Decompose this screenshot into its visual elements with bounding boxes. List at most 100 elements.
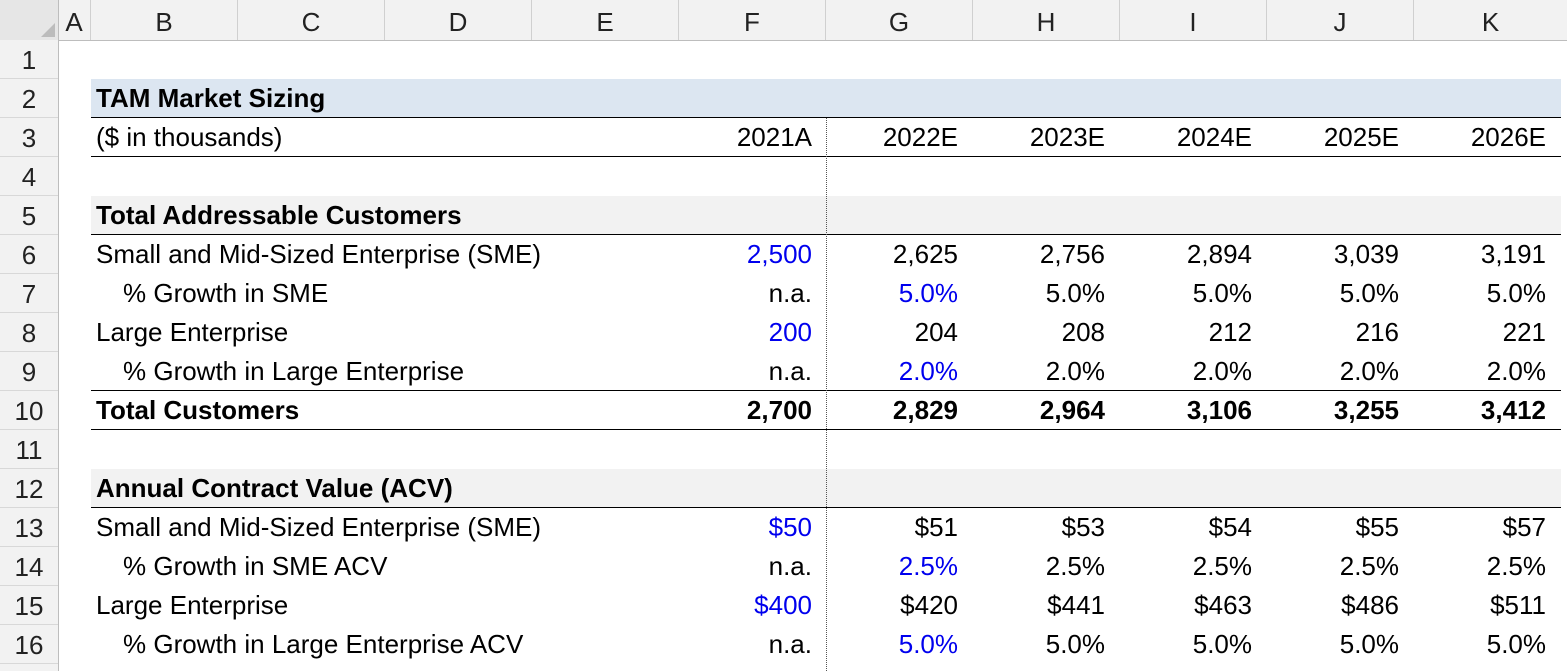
value-cell[interactable]: $51 (840, 508, 958, 547)
row-label[interactable]: Small and Mid-Sized Enterprise (SME) (96, 508, 541, 547)
row-acv-section: Annual Contract Value (ACV) (0, 469, 1567, 508)
value-cell[interactable]: 2,625 (840, 235, 958, 274)
value-cell[interactable]: $511 (1428, 586, 1546, 625)
value-cell[interactable]: 3,191 (1428, 235, 1546, 274)
value-cell[interactable]: 5.0% (1134, 274, 1252, 313)
value-cell[interactable]: 204 (840, 313, 958, 352)
column-header-k[interactable]: K (1414, 0, 1567, 40)
row-sme-acv-growth: % Growth in SME ACV n.a. 2.5% 2.5% 2.5% … (0, 547, 1567, 586)
value-cell[interactable]: 5.0% (987, 274, 1105, 313)
column-header-d[interactable]: D (385, 0, 532, 40)
value-cell[interactable]: 5.0% (1281, 625, 1399, 664)
value-cell[interactable]: n.a. (700, 625, 812, 664)
row-sme-acv: Small and Mid-Sized Enterprise (SME) $50… (0, 508, 1567, 547)
value-cell[interactable]: 2.0% (1428, 352, 1546, 391)
row-large-customers: Large Enterprise 200 204 208 212 216 221 (0, 313, 1567, 352)
input-cell[interactable]: 200 (700, 313, 812, 352)
total-cell[interactable]: 3,106 (1134, 391, 1252, 430)
value-cell[interactable]: $53 (987, 508, 1105, 547)
value-cell[interactable]: n.a. (700, 352, 812, 391)
input-cell[interactable]: 2.5% (840, 547, 958, 586)
value-cell[interactable]: 2.0% (1134, 352, 1252, 391)
row-title: TAM Market Sizing (0, 79, 1567, 118)
total-cell[interactable]: 3,412 (1428, 391, 1546, 430)
column-header-g[interactable]: G (826, 0, 973, 40)
row-header-4[interactable]: 4 (0, 157, 58, 196)
value-cell[interactable]: $441 (987, 586, 1105, 625)
input-cell[interactable]: $50 (700, 508, 812, 547)
row-label[interactable]: % Growth in Large Enterprise (123, 352, 464, 391)
value-cell[interactable]: 3,039 (1281, 235, 1399, 274)
total-cell[interactable]: 3,255 (1281, 391, 1399, 430)
row-label[interactable]: Large Enterprise (96, 586, 288, 625)
total-cell[interactable]: 2,829 (840, 391, 958, 430)
value-cell[interactable]: 5.0% (1428, 625, 1546, 664)
row-large-growth: % Growth in Large Enterprise n.a. 2.0% 2… (0, 352, 1567, 391)
year-cell[interactable]: 2022E (840, 118, 958, 157)
row-label[interactable]: Small and Mid-Sized Enterprise (SME) (96, 235, 541, 274)
value-cell[interactable]: $420 (840, 586, 958, 625)
value-cell[interactable]: 5.0% (987, 625, 1105, 664)
column-header-i[interactable]: I (1120, 0, 1267, 40)
column-header-a[interactable]: A (58, 0, 91, 40)
year-cell[interactable]: 2021A (700, 118, 812, 157)
value-cell[interactable]: 2,756 (987, 235, 1105, 274)
column-header-e[interactable]: E (532, 0, 679, 40)
value-cell[interactable]: 5.0% (1281, 274, 1399, 313)
row-sme-growth: % Growth in SME n.a. 5.0% 5.0% 5.0% 5.0%… (0, 274, 1567, 313)
value-cell[interactable]: 208 (987, 313, 1105, 352)
value-cell[interactable]: 5.0% (1428, 274, 1546, 313)
value-cell[interactable]: $54 (1134, 508, 1252, 547)
customers-section-title[interactable]: Total Addressable Customers (96, 196, 462, 235)
row-label[interactable]: Large Enterprise (96, 313, 288, 352)
acv-section-title[interactable]: Annual Contract Value (ACV) (96, 469, 453, 508)
value-cell[interactable]: $486 (1281, 586, 1399, 625)
input-cell[interactable]: $400 (700, 586, 812, 625)
year-cell[interactable]: 2025E (1281, 118, 1399, 157)
column-header-j[interactable]: J (1267, 0, 1414, 40)
select-all-button[interactable] (0, 0, 59, 40)
value-cell[interactable]: 2.5% (1281, 547, 1399, 586)
units-label[interactable]: ($ in thousands) (96, 118, 282, 157)
row-label[interactable]: % Growth in SME ACV (123, 547, 387, 586)
value-cell[interactable]: 221 (1428, 313, 1546, 352)
year-cell[interactable]: 2024E (1134, 118, 1252, 157)
row-label[interactable]: Total Customers (96, 391, 299, 430)
column-header-h[interactable]: H (973, 0, 1120, 40)
value-cell[interactable]: $55 (1281, 508, 1399, 547)
value-cell[interactable]: $57 (1428, 508, 1546, 547)
value-cell[interactable]: n.a. (700, 274, 812, 313)
sheet-title[interactable]: TAM Market Sizing (96, 79, 325, 118)
row-total-customers: Total Customers 2,700 2,829 2,964 3,106 … (0, 391, 1567, 430)
value-cell[interactable]: 2.5% (1134, 547, 1252, 586)
total-cell[interactable]: 2,700 (700, 391, 812, 430)
row-label[interactable]: % Growth in Large Enterprise ACV (123, 625, 523, 664)
input-cell[interactable]: 5.0% (840, 274, 958, 313)
value-cell[interactable]: 2.0% (987, 352, 1105, 391)
year-cell[interactable]: 2026E (1428, 118, 1546, 157)
input-cell[interactable]: 2.0% (840, 352, 958, 391)
value-cell[interactable]: 2.5% (987, 547, 1105, 586)
total-cell[interactable]: 2,964 (987, 391, 1105, 430)
select-all-triangle-icon (41, 23, 55, 37)
column-header-bar: A B C D E F G H I J K (0, 0, 1567, 41)
row-header-1[interactable]: 1 (0, 40, 58, 79)
value-cell[interactable]: $463 (1134, 586, 1252, 625)
year-cell[interactable]: 2023E (987, 118, 1105, 157)
input-cell[interactable]: 5.0% (840, 625, 958, 664)
column-header-c[interactable]: C (238, 0, 385, 40)
row-header-11[interactable]: 11 (0, 430, 58, 469)
value-cell[interactable]: 2.0% (1281, 352, 1399, 391)
value-cell[interactable]: n.a. (700, 547, 812, 586)
column-header-f[interactable]: F (679, 0, 826, 40)
input-cell[interactable]: 2,500 (700, 235, 812, 274)
row-large-acv-growth: % Growth in Large Enterprise ACV n.a. 5.… (0, 625, 1567, 664)
value-cell[interactable]: 212 (1134, 313, 1252, 352)
value-cell[interactable]: 2,894 (1134, 235, 1252, 274)
row-large-acv: Large Enterprise $400 $420 $441 $463 $48… (0, 586, 1567, 625)
value-cell[interactable]: 216 (1281, 313, 1399, 352)
column-header-b[interactable]: B (91, 0, 238, 40)
value-cell[interactable]: 5.0% (1134, 625, 1252, 664)
row-label[interactable]: % Growth in SME (123, 274, 328, 313)
value-cell[interactable]: 2.5% (1428, 547, 1546, 586)
